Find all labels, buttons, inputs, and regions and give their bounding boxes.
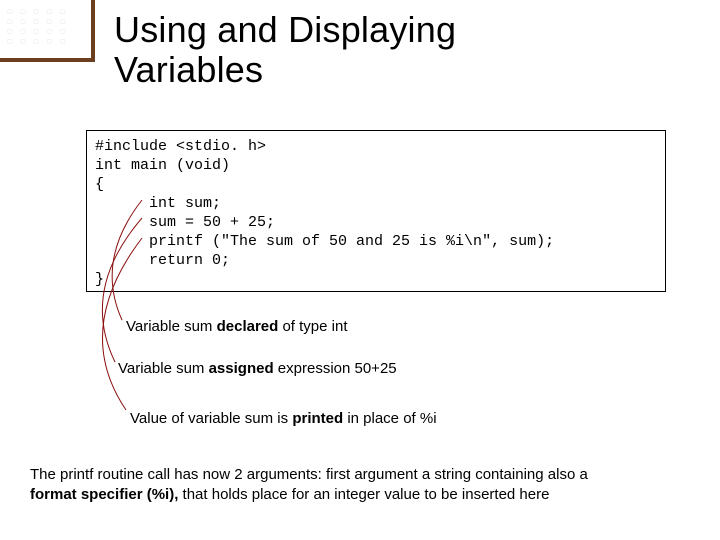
footer-b: format specifier (%i),: [30, 486, 178, 503]
code-l5: sum = 50 + 25;: [95, 214, 275, 231]
code-l7: return 0;: [95, 252, 230, 269]
note1-c: of type int: [278, 318, 347, 335]
code-l2: int main (void): [95, 157, 230, 174]
page-title: Using and Displaying Variables: [114, 10, 456, 90]
code-content: #include <stdio. h> int main (void) { in…: [95, 137, 657, 289]
note2-b: assigned: [209, 360, 274, 377]
note1-b: declared: [217, 318, 279, 335]
code-l4: int sum;: [95, 195, 221, 212]
code-box: #include <stdio. h> int main (void) { in…: [86, 130, 666, 292]
footer-a: The printf routine call has now 2 argume…: [30, 466, 588, 483]
note2-c: expression 50+25: [274, 360, 397, 377]
accent-corner: ○○○○○ ○○○○○ ○○○○○ ○○○○○: [0, 0, 95, 62]
code-l8: }: [95, 271, 104, 288]
note3-b: printed: [292, 410, 343, 427]
note3-c: in place of %i: [343, 410, 436, 427]
note-declared: Variable sum declared of type int: [126, 318, 348, 335]
note2-a: Variable sum: [118, 360, 209, 377]
note-printed: Value of variable sum is printed in plac…: [130, 410, 437, 427]
title-line-2: Variables: [114, 49, 263, 90]
footer-c: that holds place for an integer value to…: [178, 486, 549, 503]
footer-text: The printf routine call has now 2 argume…: [30, 465, 720, 505]
note3-a: Value of variable sum is: [130, 410, 292, 427]
note-assigned: Variable sum assigned expression 50+25: [118, 360, 397, 377]
code-l1: #include <stdio. h>: [95, 138, 266, 155]
code-l3: {: [95, 176, 104, 193]
note1-a: Variable sum: [126, 318, 217, 335]
title-line-1: Using and Displaying: [114, 9, 456, 50]
code-l6: printf ("The sum of 50 and 25 is %i\n", …: [95, 233, 554, 250]
accent-dots: ○○○○○ ○○○○○ ○○○○○ ○○○○○: [6, 6, 86, 56]
